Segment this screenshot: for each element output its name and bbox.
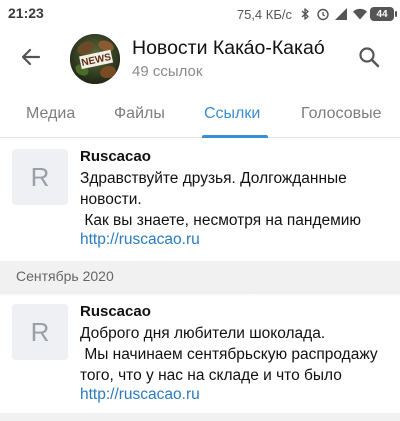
list-separator bbox=[0, 413, 400, 421]
signal-icon bbox=[334, 7, 348, 21]
link-url[interactable]: http://ruscacao.ru bbox=[80, 231, 200, 249]
date-section-header: Сентябрь 2020 bbox=[0, 261, 400, 292]
tab-files[interactable]: Файлы bbox=[114, 105, 165, 123]
links-list: R Ruscacao Здравствуйте друзья. Долгожда… bbox=[0, 138, 400, 421]
wifi-icon bbox=[352, 7, 367, 21]
channel-avatar[interactable]: NEWS bbox=[70, 34, 120, 84]
chat-header: NEWS Новости Какáо-Какаó 49 ссылок bbox=[0, 28, 400, 90]
battery-level: 44 bbox=[376, 8, 388, 20]
section-label: Сентябрь 2020 bbox=[16, 268, 114, 284]
list-item[interactable]: R Ruscacao Здравствуйте друзья. Долгожда… bbox=[0, 138, 400, 261]
link-thumbnail: R bbox=[12, 304, 68, 360]
network-speed: 75,4 КБ/с bbox=[236, 6, 292, 22]
search-button[interactable] bbox=[352, 42, 386, 76]
link-title: Ruscacao bbox=[80, 303, 151, 320]
list-item[interactable]: R Ruscacao Доброго дня любители шоколада… bbox=[0, 292, 400, 413]
status-icons: 75,4 КБ/с 44 bbox=[236, 4, 397, 24]
link-title: Ruscacao bbox=[80, 148, 151, 165]
link-url[interactable]: http://ruscacao.ru bbox=[80, 386, 200, 404]
avatar-image: NEWS bbox=[70, 34, 120, 84]
thumbnail-letter: R bbox=[30, 316, 50, 347]
tab-links[interactable]: Ссылки bbox=[204, 105, 260, 123]
status-time: 21:23 bbox=[8, 5, 44, 21]
status-bar: 21:23 75,4 КБ/с 44 bbox=[0, 0, 400, 28]
back-button[interactable] bbox=[14, 42, 48, 76]
media-tabs: Медиа Файлы Ссылки Голосовые bbox=[0, 90, 400, 138]
link-description: Здравствуйте друзья. Долгожданные новост… bbox=[80, 170, 362, 229]
link-count: 49 ссылок bbox=[132, 63, 203, 80]
tab-media[interactable]: Медиа bbox=[26, 105, 75, 123]
battery-icon: 44 bbox=[370, 7, 397, 21]
back-arrow-icon bbox=[19, 45, 43, 74]
link-thumbnail: R bbox=[12, 149, 68, 205]
tab-voice[interactable]: Голосовые bbox=[301, 105, 382, 123]
bluetooth-icon bbox=[298, 7, 312, 21]
alarm-icon bbox=[316, 7, 330, 21]
search-icon bbox=[357, 45, 381, 74]
thumbnail-letter: R bbox=[30, 161, 50, 192]
link-description: Доброго дня любители шоколада. Мы начина… bbox=[80, 325, 378, 384]
channel-title: Новости Какáо-Какаó bbox=[132, 37, 325, 59]
